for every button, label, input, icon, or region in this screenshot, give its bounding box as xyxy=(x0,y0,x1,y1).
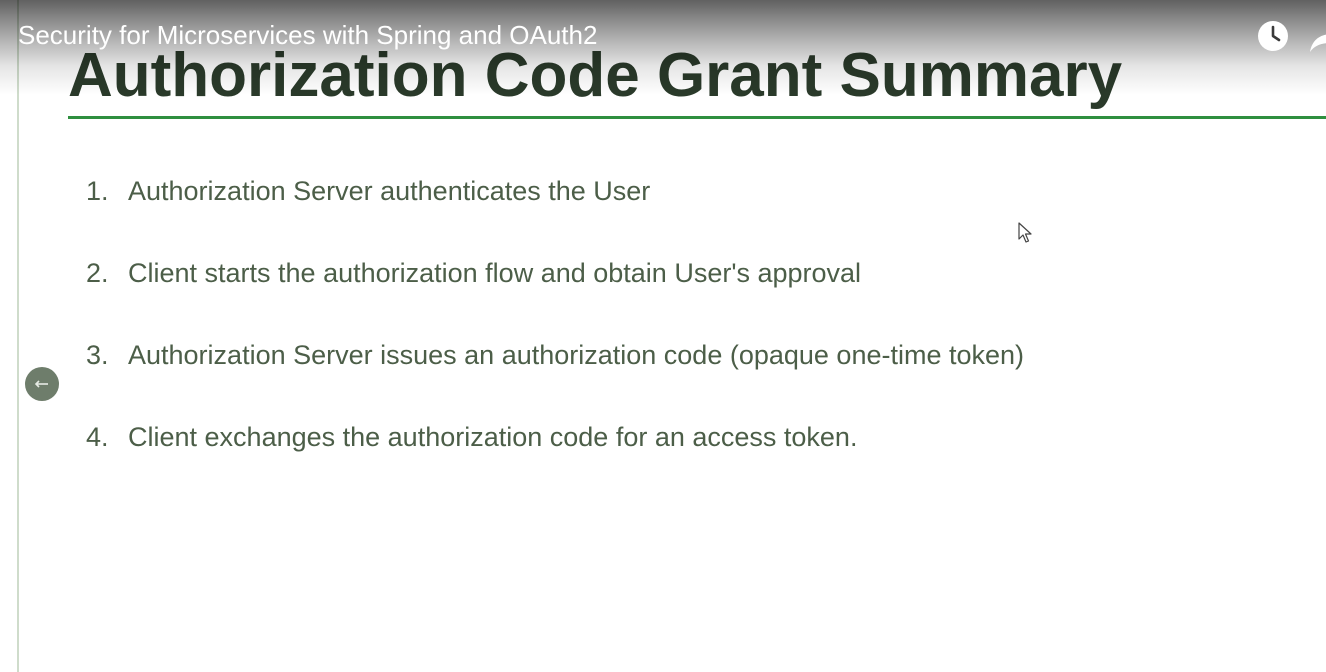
list-item: 2. Client starts the authorization flow a… xyxy=(86,256,861,290)
step-number: 2. xyxy=(86,258,109,288)
step-text: Client starts the authorization flow and… xyxy=(128,258,862,288)
clock-icon xyxy=(1258,21,1288,51)
step-text: Client exchanges the authorization code … xyxy=(128,422,858,452)
slide-left-border xyxy=(17,0,19,672)
list-item: 4. Client exchanges the authorization cod… xyxy=(86,420,857,454)
step-number: 3. xyxy=(86,340,109,370)
share-button[interactable] xyxy=(1308,26,1326,54)
video-title[interactable]: Security for Microservices with Spring a… xyxy=(18,19,597,51)
share-arrow-icon xyxy=(1310,34,1326,52)
title-underline xyxy=(68,116,1326,119)
slide-back-button[interactable] xyxy=(25,367,59,401)
step-number: 4. xyxy=(86,422,109,452)
watch-later-button[interactable] xyxy=(1256,19,1290,53)
list-item: 3. Authorization Server issues an authori… xyxy=(86,338,1024,372)
step-text: Authorization Server issues an authoriza… xyxy=(128,340,1025,370)
left-arrow-icon xyxy=(34,380,48,388)
list-item: 1. Authorization Server authenticates the… xyxy=(86,174,650,208)
mouse-cursor-icon xyxy=(1018,222,1034,244)
video-frame[interactable]: Authorization Code Grant Summary 1. Autho… xyxy=(0,0,1326,672)
step-text: Authorization Server authenticates the U… xyxy=(128,176,651,206)
step-number: 1. xyxy=(86,176,109,206)
